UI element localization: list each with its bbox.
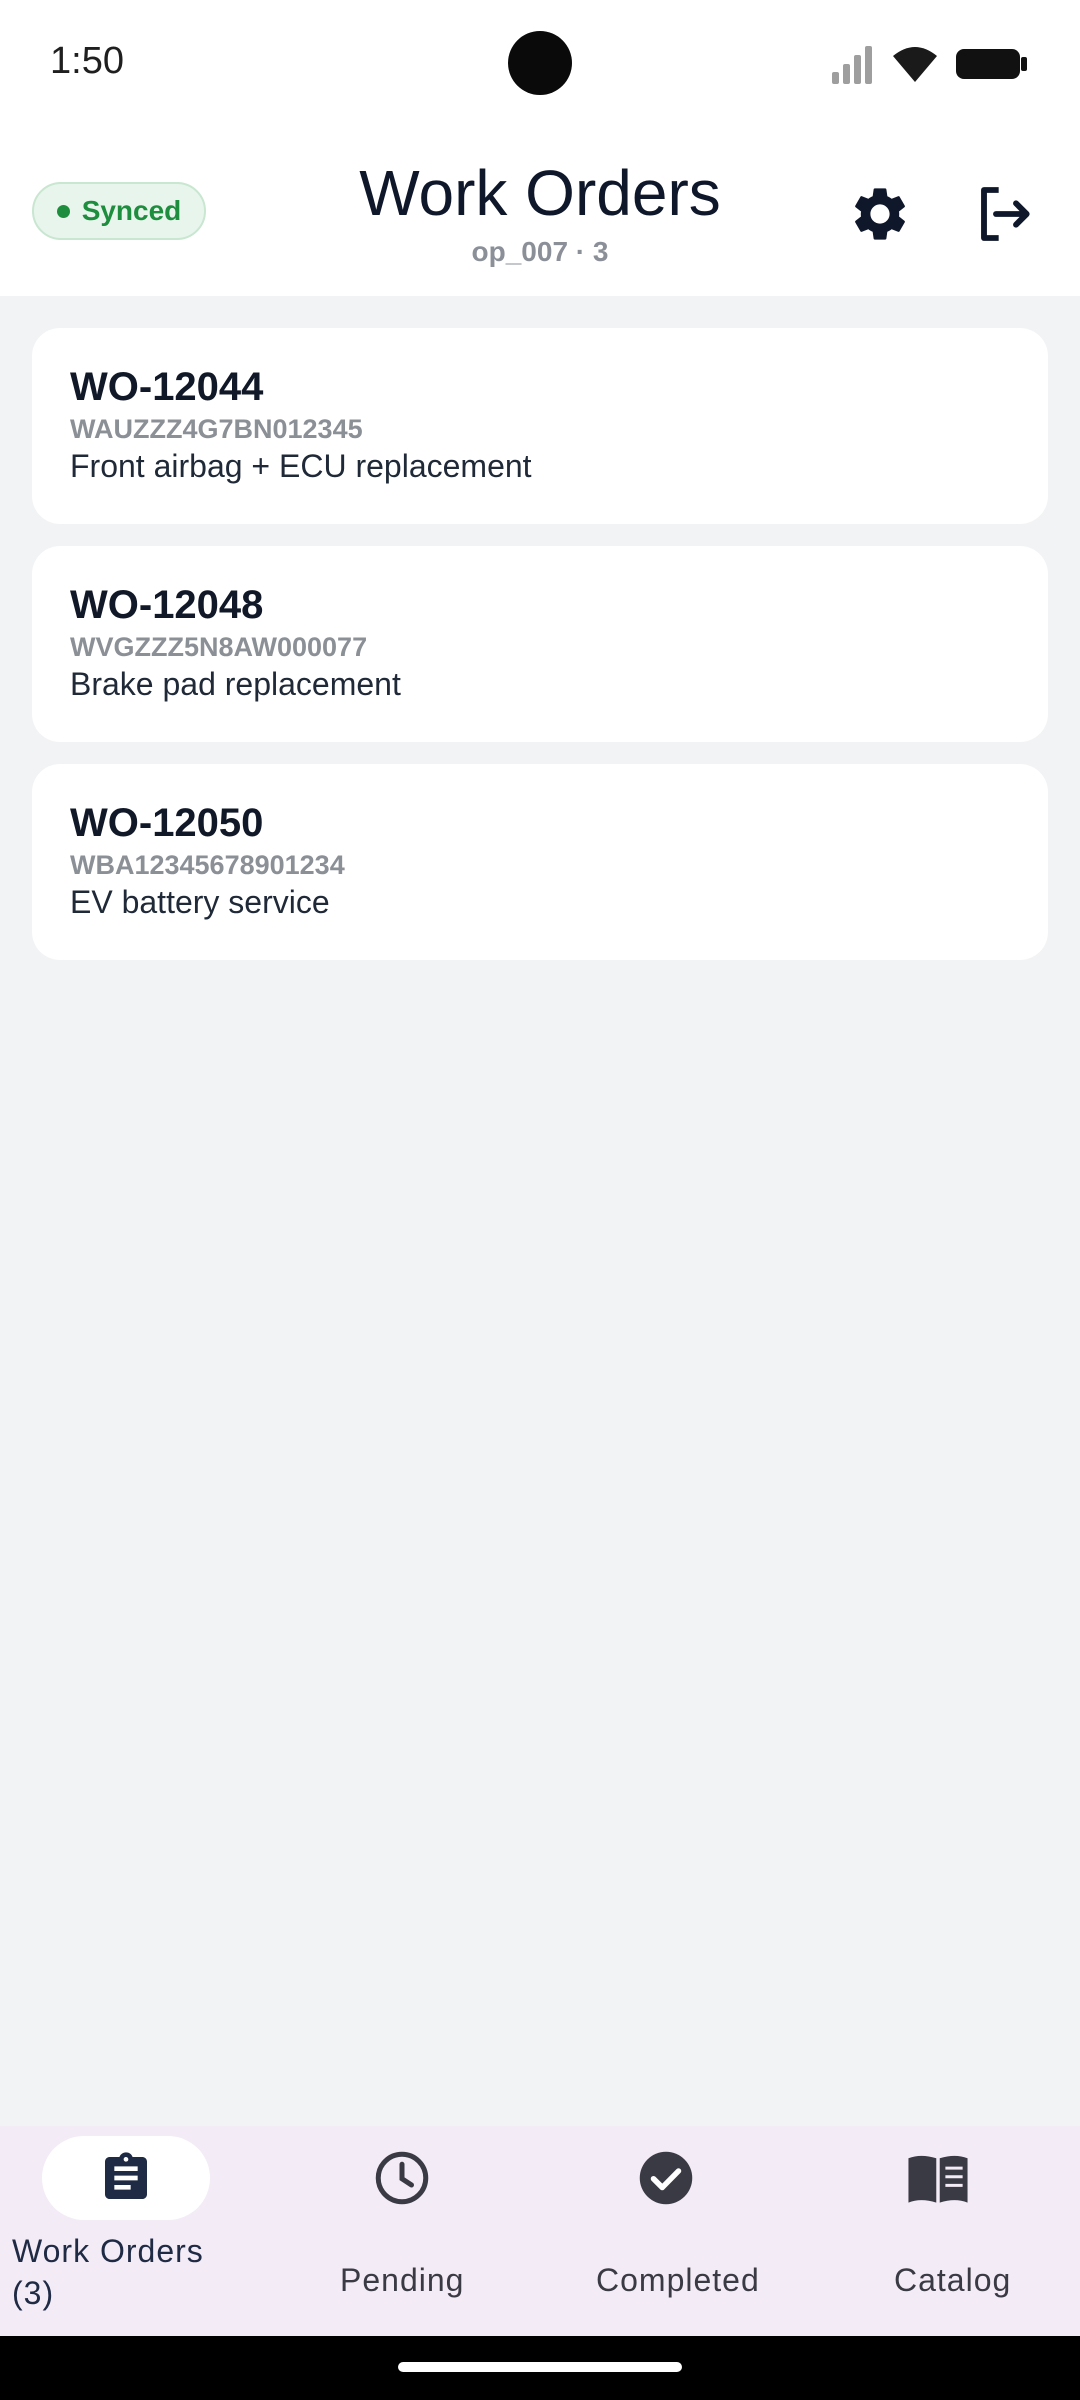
work-order-vin: WAUZZZ4G7BN012345	[70, 414, 363, 444]
nav-tab-completed[interactable]: Completed	[534, 2126, 806, 2336]
status-bar: 1:50	[0, 0, 1080, 128]
work-order-id: WO-12048	[70, 583, 264, 627]
logout-icon	[981, 187, 1030, 241]
book-icon	[908, 2155, 968, 2203]
bottom-navigation: Work Orders (3) Pending Completed Catalo…	[0, 2126, 1080, 2336]
work-order-id: WO-12044	[70, 365, 264, 409]
clipboard-icon	[105, 2152, 147, 2199]
clock-icon	[375, 2151, 429, 2205]
nav-icon-container	[318, 2136, 486, 2220]
wifi-icon	[893, 47, 937, 82]
work-order-description: Front airbag + ECU replacement	[70, 448, 532, 484]
status-icons	[830, 42, 1030, 86]
gear-icon	[855, 188, 905, 240]
page-title: Work Orders	[359, 157, 721, 229]
status-time: 1:50	[50, 40, 124, 82]
work-order-card[interactable]: WO-12048 WVGZZZ5N8AW000077 Brake pad rep…	[32, 546, 1048, 742]
work-order-card[interactable]: WO-12044 WAUZZZ4G7BN012345 Front airbag …	[32, 328, 1048, 524]
gesture-area	[0, 2336, 1080, 2400]
check-circle-icon	[639, 2151, 693, 2205]
work-order-vin: WBA12345678901234	[70, 850, 345, 880]
app-screen: 1:50 Synced Work Orders op_007 · 3 WO-12…	[0, 0, 1080, 2400]
work-order-list: WO-12044 WAUZZZ4G7BN012345 Front airbag …	[32, 328, 1048, 982]
nav-icon-container	[854, 2136, 1022, 2220]
work-order-vin: WVGZZZ5N8AW000077	[70, 632, 368, 662]
signal-icon	[832, 46, 872, 84]
nav-tab-work-orders[interactable]: Work Orders (3)	[0, 2126, 270, 2336]
page-subtitle: op_007 · 3	[471, 236, 609, 267]
nav-label-pending: Pending	[340, 2262, 465, 2298]
nav-label-completed: Completed	[596, 2262, 760, 2298]
nav-active-indicator	[42, 2136, 210, 2220]
nav-label-catalog: Catalog	[894, 2262, 1012, 2298]
logout-button[interactable]	[972, 182, 1036, 246]
work-order-id: WO-12050	[70, 801, 264, 845]
nav-label-work-orders: Work Orders (3)	[12, 2233, 204, 2311]
battery-icon	[956, 49, 1027, 79]
work-order-description: Brake pad replacement	[70, 666, 401, 702]
camera-cutout	[508, 31, 572, 95]
work-order-card[interactable]: WO-12050 WBA12345678901234 EV battery se…	[32, 764, 1048, 960]
nav-tab-catalog[interactable]: Catalog	[806, 2126, 1080, 2336]
settings-button[interactable]	[848, 182, 912, 246]
nav-tab-pending[interactable]: Pending	[270, 2126, 534, 2336]
nav-icon-container	[582, 2136, 750, 2220]
work-order-description: EV battery service	[70, 884, 330, 920]
home-indicator[interactable]	[398, 2362, 682, 2372]
app-header: Synced Work Orders op_007 · 3	[0, 128, 1080, 296]
